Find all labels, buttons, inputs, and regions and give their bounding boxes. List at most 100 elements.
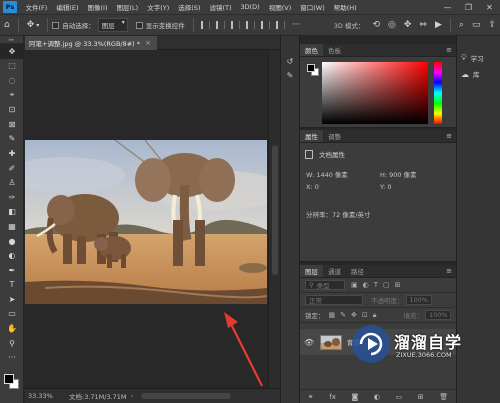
menu-filter[interactable]: 滤镜(T) (205, 2, 236, 12)
move-tool-icon[interactable]: ✥ (0, 44, 24, 59)
menu-select[interactable]: 选择(S) (174, 2, 205, 12)
layer-filter-dropdown[interactable]: ⚲ 类型 (305, 280, 345, 290)
lock-artboard-icon[interactable]: ⊡ (362, 311, 368, 320)
tab-adjustments[interactable]: 调整 (323, 130, 346, 142)
history-icon[interactable]: ↺ (281, 54, 299, 68)
lock-image-icon[interactable]: ✎ (340, 311, 346, 320)
tab-color[interactable]: 颜色 (300, 44, 323, 56)
orbit-3d-icon[interactable]: ⟲ (372, 20, 380, 30)
home-icon[interactable]: ⌂ (4, 20, 10, 30)
align-left-icon[interactable] (200, 21, 210, 29)
menu-edit[interactable]: 编辑(E) (52, 2, 83, 12)
learn-panel-button[interactable]: 💡︎ 学习 (457, 50, 500, 66)
hand-tool-icon[interactable]: ✋ (0, 321, 24, 336)
filter-type-icon[interactable]: T (374, 281, 378, 289)
slide-3d-icon[interactable]: ⇔ (419, 20, 427, 30)
delete-layer-icon[interactable]: 🗑︎ (439, 393, 448, 401)
new-layer-icon[interactable]: ⊞ (418, 393, 424, 401)
auto-select-dropdown[interactable]: 图层 (97, 18, 128, 32)
lasso-tool-icon[interactable]: ◌ (0, 73, 24, 88)
video-camera-icon[interactable]: ▶ (435, 20, 442, 30)
gradient-tool-icon[interactable]: ▦ (0, 219, 24, 234)
lock-position-icon[interactable]: ✥ (351, 311, 357, 320)
pen-tool-icon[interactable]: ✒ (0, 263, 24, 278)
type-tool-icon[interactable]: T (0, 278, 24, 293)
menu-file[interactable]: 文件(F) (21, 2, 52, 12)
healing-brush-tool-icon[interactable]: ✚ (0, 146, 24, 161)
align-right-icon[interactable] (230, 21, 240, 29)
close-window-button[interactable]: ✕ (479, 0, 500, 14)
show-transform-checkbox[interactable] (135, 21, 143, 29)
link-layers-icon[interactable]: ⚭ (308, 393, 314, 401)
elephant-photo[interactable] (25, 140, 267, 304)
eyedropper-tool-icon[interactable]: ✎ (0, 132, 24, 147)
align-top-icon[interactable] (245, 21, 255, 29)
tab-paths[interactable]: 路径 (346, 265, 369, 277)
panel-menu-icon[interactable]: ≡ (446, 46, 452, 54)
panel-menu-icon[interactable]: ≡ (446, 132, 452, 140)
width-field[interactable]: W: 1440 像素 (306, 169, 366, 179)
crop-tool-icon[interactable]: ⊡ (0, 102, 24, 117)
pan-3d-icon[interactable]: ✥ (404, 20, 412, 30)
blend-mode-dropdown[interactable]: 正常 (305, 295, 363, 305)
document-tab[interactable]: 阿笔+调整.jpg @ 33.3%(RGB/8#) * × (25, 36, 157, 50)
vertical-scrollbar[interactable] (268, 50, 280, 388)
horizontal-scrollbar[interactable] (141, 393, 232, 399)
opacity-input[interactable]: 100% (405, 295, 432, 305)
lock-transparent-icon[interactable]: ▦ (329, 311, 336, 320)
search-icon[interactable]: ⌕ (459, 20, 464, 30)
fx-icon[interactable]: fx (329, 393, 336, 401)
menu-view[interactable]: 视图(V) (264, 2, 296, 12)
panel-menu-icon[interactable]: ≡ (446, 267, 452, 275)
color-swatches[interactable] (4, 374, 20, 390)
history-brush-tool-icon[interactable]: ✑ (0, 190, 24, 205)
lock-all-icon[interactable]: 🔒︎ (373, 311, 377, 320)
zoom-level[interactable]: 33.33% (25, 392, 59, 400)
dodge-tool-icon[interactable]: ◐ (0, 248, 24, 263)
align-middle-icon[interactable] (260, 21, 270, 29)
frame-tool-icon[interactable]: ⊠ (0, 117, 24, 132)
filter-pixel-icon[interactable]: ▣ (351, 281, 358, 289)
add-mask-icon[interactable]: ◙ (351, 393, 358, 401)
tab-swatches[interactable]: 色板 (323, 44, 346, 56)
filter-smart-icon[interactable]: ⊞ (395, 281, 401, 289)
tab-layers[interactable]: 图层 (300, 265, 323, 277)
clone-stamp-tool-icon[interactable]: ♙ (0, 175, 24, 190)
quick-select-tool-icon[interactable]: ⌖ (0, 88, 24, 103)
rectangle-tool-icon[interactable]: ▭ (0, 307, 24, 322)
marquee-tool-icon[interactable]: ⬚ (0, 59, 24, 74)
height-field[interactable]: H: 900 像素 (380, 169, 440, 179)
workspace-icon[interactable]: ▭ (472, 20, 481, 30)
path-selection-tool-icon[interactable]: ➤ (0, 292, 24, 307)
y-field[interactable]: Y: 0 (380, 183, 440, 191)
filter-shape-icon[interactable]: ▢ (383, 281, 390, 289)
status-menu-arrow[interactable]: › (131, 392, 134, 400)
menu-layer[interactable]: 图层(L) (112, 2, 143, 12)
eye-icon[interactable]: 👁︎ (304, 338, 316, 347)
align-bottom-icon[interactable] (275, 21, 285, 29)
hue-slider[interactable] (434, 62, 442, 124)
auto-select-checkbox[interactable] (52, 21, 60, 29)
filter-adjust-icon[interactable]: ◐ (363, 281, 369, 289)
align-center-icon[interactable] (215, 21, 225, 29)
menu-3d[interactable]: 3D(D) (236, 3, 264, 11)
minimize-button[interactable]: — (437, 0, 458, 14)
eraser-tool-icon[interactable]: ◧ (0, 205, 24, 220)
blur-tool-icon[interactable]: ● (0, 234, 24, 249)
move-tool-icon[interactable]: ✥ (27, 20, 35, 30)
roll-3d-icon[interactable]: ◎ (388, 20, 396, 30)
close-icon[interactable]: × (145, 39, 151, 47)
x-field[interactable]: X: 0 (306, 183, 366, 191)
maximize-button[interactable]: ❐ (458, 0, 479, 14)
menu-window[interactable]: 窗口(W) (296, 2, 330, 12)
foreground-color-chip[interactable] (307, 64, 315, 72)
chevron-down-icon[interactable]: ▾ (36, 22, 39, 29)
menu-type[interactable]: 文字(Y) (143, 2, 174, 12)
more-options-icon[interactable]: ··· (292, 20, 301, 30)
scrollbar-thumb[interactable] (272, 145, 278, 275)
fill-input[interactable]: 100% (425, 310, 451, 320)
tab-properties[interactable]: 属性 (300, 130, 323, 142)
menu-help[interactable]: 帮助(H) (329, 2, 361, 12)
foreground-color-swatch[interactable] (4, 374, 14, 384)
share-icon[interactable]: ⇪ (488, 20, 496, 30)
